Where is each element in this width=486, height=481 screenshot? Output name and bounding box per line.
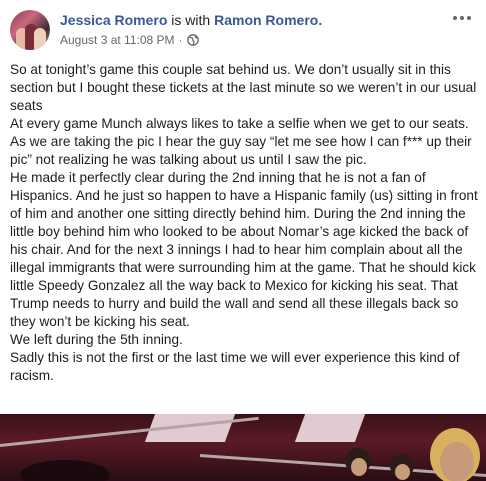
post-paragraph: We left during the 5th inning. xyxy=(10,332,183,347)
post-photo[interactable] xyxy=(0,414,486,481)
post-text: So at tonight’s game this couple sat beh… xyxy=(10,61,482,385)
author-name-link[interactable]: Jessica Romero xyxy=(60,12,167,28)
globe-icon[interactable] xyxy=(186,34,199,46)
post-author-line: Jessica Romero is with Ramon Romero. xyxy=(60,11,322,29)
post-paragraph: Sadly this is not the first or the last … xyxy=(10,350,460,383)
post-header: Jessica Romero is with Ramon Romero. Aug… xyxy=(0,0,486,56)
author-avatar[interactable] xyxy=(10,10,50,50)
post-paragraph: He made it perfectly clear during the 2n… xyxy=(10,170,478,329)
post-timestamp-link[interactable]: August 3 at 11:08 PM xyxy=(60,32,175,48)
post-meta: August 3 at 11:08 PM · xyxy=(60,32,199,48)
meta-separator: · xyxy=(178,33,183,47)
post-paragraph: At every game Munch always likes to take… xyxy=(10,116,472,167)
post-paragraph: So at tonight’s game this couple sat beh… xyxy=(10,62,477,113)
more-options-icon[interactable] xyxy=(450,8,474,28)
tagged-person-link[interactable]: Ramon Romero. xyxy=(214,12,322,28)
with-text: is with xyxy=(171,12,211,28)
